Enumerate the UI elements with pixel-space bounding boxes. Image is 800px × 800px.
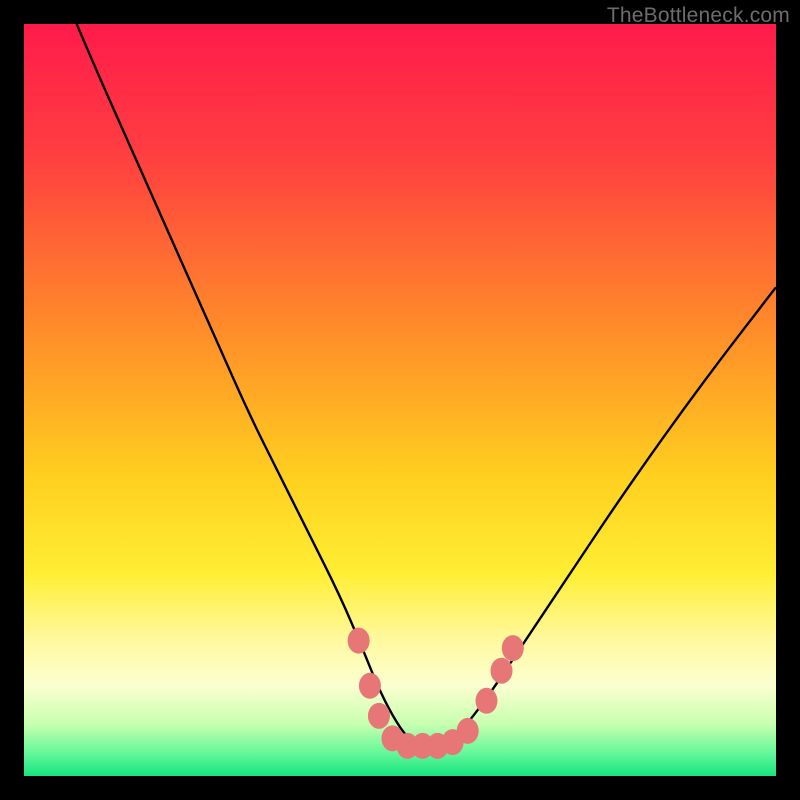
- valley-marker: [491, 658, 513, 684]
- plot-area: [24, 24, 776, 776]
- chart-svg: [24, 24, 776, 776]
- gradient-background: [24, 24, 776, 776]
- valley-marker: [475, 688, 497, 714]
- valley-marker: [502, 635, 524, 661]
- chart-frame: TheBottleneck.com: [0, 0, 800, 800]
- valley-marker: [457, 718, 479, 744]
- valley-marker: [368, 703, 390, 729]
- valley-marker: [348, 628, 370, 654]
- valley-marker: [359, 673, 381, 699]
